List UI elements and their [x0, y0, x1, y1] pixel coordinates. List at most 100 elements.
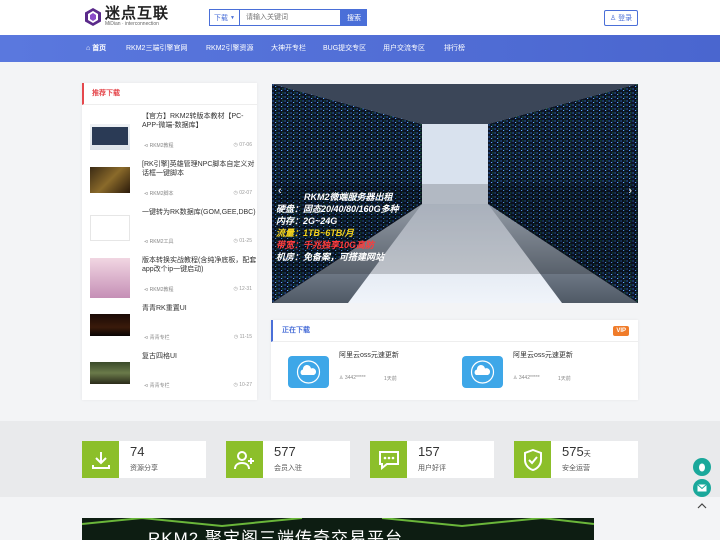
- nav-ranking[interactable]: 排行榜: [444, 35, 465, 62]
- add-user-icon: [226, 441, 263, 478]
- item-category: ⊲ RKM2脚本: [144, 191, 174, 197]
- nav-engine-site[interactable]: RKM2三端引擎官网: [126, 35, 187, 62]
- list-item[interactable]: 阿里云oss元速更新 ♙ 3442***** 1天前: [445, 348, 605, 392]
- spec-label: 硬盘：: [276, 204, 304, 214]
- list-item[interactable]: [RK引擎]英雄管理NPC脚本自定义对话框一键脚本 ⊲ RKM2脚本 ◷ 02-…: [90, 160, 254, 204]
- item-category-label: RKM2教程: [149, 143, 174, 149]
- promo-banner[interactable]: RKM2 聚宝阁三端传奇交易平台: [82, 518, 594, 540]
- nav-user-exchange[interactable]: 用户交流专区: [383, 35, 425, 62]
- list-item[interactable]: 一键转为RK数据库(GOM,GEE,DBC) ⊲ RKM2工具 ◷ 01-25: [90, 208, 256, 252]
- spec-label: 流量：: [276, 228, 304, 238]
- recommend-title: 推荐下载: [82, 83, 257, 105]
- item-date: ◷ 12-31: [233, 286, 252, 292]
- spec-value: 固态20/40/80/160G多种: [303, 204, 399, 214]
- item-category: ⊲ RKM2教程: [144, 287, 174, 293]
- item-thumbnail: [90, 215, 130, 241]
- item-date: ◷ 10-27: [233, 382, 252, 388]
- item-date: ◷ 01-25: [233, 238, 252, 244]
- spec-value: 千兆独享10G高防: [303, 240, 375, 250]
- spec-label: 内存：: [276, 216, 304, 226]
- item-date-label: 11-15: [239, 334, 252, 340]
- nav-engine-resources[interactable]: RKM2引擎资源: [206, 35, 253, 62]
- search-type-dropdown[interactable]: 下载 ▼: [209, 9, 240, 26]
- item-user: ♙ 3442*****: [339, 375, 366, 381]
- qq-contact-button[interactable]: [693, 458, 711, 476]
- item-time: 1天前: [384, 376, 397, 382]
- comment-icon: [370, 441, 407, 478]
- banner-title: RKM2微端服务器出租: [304, 192, 393, 202]
- logo-mark-icon: [85, 7, 101, 26]
- stat-number: 157: [418, 444, 440, 459]
- stat-members: 577 会员入驻: [226, 441, 350, 478]
- nav-home[interactable]: ⌂ 首页: [86, 35, 106, 62]
- stat-number: 575天: [562, 444, 591, 459]
- spec-value: 2G~24G: [303, 216, 338, 226]
- spec-value: 1TB~6TB/月: [303, 228, 354, 238]
- search-input[interactable]: [240, 9, 341, 26]
- back-to-top-button[interactable]: [696, 500, 708, 512]
- item-category-label: RKM2教程: [149, 287, 174, 293]
- item-title: 【官方】RKM2转版本教材【PC-APP-微端-数据库】: [142, 113, 244, 129]
- vip-badge[interactable]: VIP: [613, 326, 629, 336]
- email-contact-button[interactable]: [693, 479, 711, 497]
- shield-check-icon: [514, 441, 551, 478]
- item-category-label: 青青专栏: [149, 335, 170, 341]
- stat-label: 会员入驻: [274, 465, 302, 472]
- spec-line: 内存：2G~24G: [276, 215, 399, 227]
- item-date-label: 02-07: [239, 190, 252, 196]
- item-category: ⊲ RKM2教程: [144, 143, 174, 149]
- nav-home-label: 首页: [92, 45, 107, 52]
- search-button[interactable]: 搜索: [341, 9, 367, 26]
- list-item[interactable]: 阿里云oss元速更新 ♙ 3442***** 1天前: [271, 348, 431, 392]
- site-logo[interactable]: 迷点互联 MiDian · interconnection: [84, 6, 169, 27]
- home-icon: ⌂: [86, 45, 91, 52]
- logo-name: 迷点互联: [105, 5, 170, 22]
- caret-down-icon: ▼: [230, 14, 235, 21]
- stat-resources: 74 资源分享: [82, 441, 206, 478]
- nav-experts[interactable]: 大神开专栏: [271, 35, 306, 62]
- nav-bug-submit[interactable]: BUG提交专区: [323, 35, 366, 62]
- stat-label: 用户好评: [418, 465, 446, 472]
- stat-label: 安全运营: [562, 465, 590, 472]
- item-category: ⊲ 青青专栏: [144, 383, 170, 389]
- item-category: ⊲ 青青专栏: [144, 335, 170, 341]
- list-item[interactable]: 青青RK重置UI ⊲ 青青专栏 ◷ 11-15: [90, 304, 252, 348]
- item-date-label: 10-27: [239, 382, 252, 388]
- item-category-label: 青青专栏: [149, 383, 170, 389]
- user-icon: ♙: [609, 15, 617, 22]
- item-time: 1天前: [558, 376, 571, 382]
- promo-text: RKM2 聚宝阁三端传奇交易平台: [148, 529, 403, 540]
- banner-prev-arrow[interactable]: ‹: [278, 185, 282, 197]
- item-date-label: 01-25: [239, 238, 252, 244]
- spec-label: 带宽：: [276, 240, 304, 250]
- item-thumbnail: [90, 124, 130, 150]
- item-category-label: RKM2脚本: [149, 191, 174, 197]
- item-thumbnail: [90, 314, 130, 336]
- item-user: ♙ 3442*****: [513, 375, 540, 381]
- item-date-label: 12-31: [239, 286, 252, 292]
- item-category: ⊲ RKM2工具: [144, 239, 174, 245]
- item-date-label: 07-06: [239, 142, 252, 148]
- banner-next-arrow[interactable]: ›: [628, 185, 632, 197]
- stats-strip: 74 资源分享 577 会员入驻 157 用户好评 575天 安全运营: [0, 421, 720, 497]
- item-user-label: 3442*****: [344, 375, 366, 381]
- downloading-panel: 正在下载 VIP 阿里云oss元速更新 ♙ 3442***** 1天前 阿里云o…: [271, 320, 638, 400]
- stat-number: 577: [274, 444, 296, 459]
- hero-banner[interactable]: ‹ › RKM2微端服务器出租 硬盘：固态20/40/80/160G多种 内存：…: [272, 84, 638, 303]
- list-item[interactable]: 复古四格UI ⊲ 青青专栏 ◷ 10-27: [90, 352, 252, 396]
- mail-icon: [697, 484, 707, 492]
- login-button[interactable]: ♙ 登录: [604, 10, 638, 26]
- search-bar: 下载▼ 搜索: [209, 9, 367, 26]
- item-date: ◷ 11-15: [233, 334, 252, 340]
- search-type-label: 下载: [214, 14, 229, 22]
- spec-label: 机房：: [276, 252, 304, 262]
- list-item[interactable]: 【官方】RKM2转版本教材【PC-APP-微端-数据库】 ⊲ RKM2教程 ◷ …: [90, 112, 252, 156]
- item-thumbnail: [90, 362, 130, 384]
- spec-value: 免备案，可搭建网站: [303, 252, 385, 262]
- stat-reviews: 157 用户好评: [370, 441, 494, 478]
- item-title: 青青RK重置UI: [142, 305, 187, 312]
- stat-number: 74: [130, 444, 145, 459]
- spec-line: 流量：1TB~6TB/月: [276, 227, 399, 239]
- item-title: 阿里云oss元速更新: [339, 352, 399, 359]
- list-item[interactable]: 版本转换实战教程(含纯净底板，配套app改个ip一键启动) ⊲ RKM2教程 ◷…: [90, 256, 256, 300]
